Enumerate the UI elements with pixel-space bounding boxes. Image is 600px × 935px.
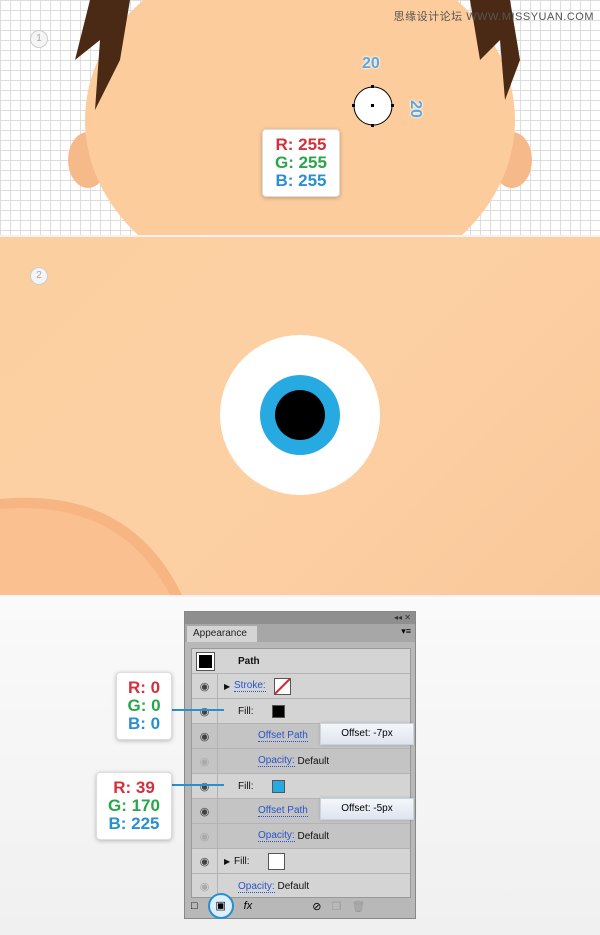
fill-swatch-blue[interactable] [271, 779, 285, 793]
eye-icon[interactable]: ◉ [192, 774, 218, 798]
stroke-swatch[interactable] [273, 677, 291, 695]
expand-icon[interactable]: ▶ [224, 682, 234, 691]
fill-label: Fill: [238, 780, 254, 792]
step1-canvas: 1 思缘设计论坛 WWW.MISSYUAN.COM 20 20 R: 255 G… [0, 0, 600, 235]
panel-footer: □ ▣ fx ⊘ ❐ 🗑 [191, 893, 411, 919]
red-value: R: 255 [275, 135, 327, 154]
fill-row-white[interactable]: ◉ ▶ Fill: [192, 849, 410, 874]
step2-canvas: 2 [0, 237, 600, 595]
red-value: R: 0 [127, 678, 161, 697]
add-stroke-icon[interactable]: □ [191, 900, 198, 912]
trash-icon[interactable]: 🗑 [351, 900, 365, 913]
face-illustration [68, 0, 532, 235]
eye-icon[interactable]: ◉ [192, 724, 218, 748]
fill-label: Fill: [238, 705, 254, 717]
eye-icon[interactable]: ◉ [192, 749, 218, 773]
blue-value: B: 0 [127, 714, 161, 733]
stroke-row[interactable]: ◉ ▶ Stroke: [192, 674, 410, 699]
width-label: 20 [362, 55, 380, 72]
tab-appearance[interactable]: Appearance [187, 626, 257, 642]
opacity-value: Default [297, 755, 330, 767]
panel-menu-icon[interactable]: ▾≡ [401, 626, 411, 637]
blue-value: B: 225 [108, 814, 160, 833]
green-value: G: 255 [275, 153, 327, 172]
circle-selection [352, 85, 394, 127]
red-value: R: 39 [113, 778, 155, 797]
callout-line-black [172, 709, 224, 711]
eye-icon[interactable]: ◉ [192, 699, 218, 723]
opacity-link[interactable]: Opacity: [258, 830, 295, 842]
eye-icon[interactable]: ◉ [192, 799, 218, 823]
color-callout-white: R: 255 G: 255 B: 255 [262, 129, 340, 197]
offset-path-link[interactable]: Offset Path [258, 730, 308, 742]
eye-icon[interactable]: ◉ [192, 849, 218, 873]
offset-popup-1: Offset: -7px [320, 723, 414, 745]
green-value: G: 170 [108, 796, 160, 815]
color-callout-blue: R: 39 G: 170 B: 225 [96, 772, 172, 840]
path-row[interactable]: Path [192, 649, 410, 674]
close-icon[interactable]: ✕ [404, 613, 411, 622]
eye-icon[interactable]: ◉ [192, 824, 218, 848]
collapse-icon[interactable]: ◂◂ [394, 613, 402, 622]
step-badge-1: 1 [30, 30, 48, 48]
green-value: G: 0 [127, 696, 161, 715]
eye-icon[interactable]: ◉ [192, 674, 218, 698]
watermark: 思缘设计论坛 WWW.MISSYUAN.COM [393, 11, 594, 23]
appearance-list: Path ◉ ▶ Stroke: ◉ Fill: ◉ Offset Path ◉ Opac… [191, 648, 411, 899]
expand-icon[interactable]: ▶ [224, 857, 234, 866]
fx-button[interactable]: fx [244, 900, 253, 912]
panel-titlebar: ◂◂ ✕ [185, 612, 415, 624]
offset-path-link[interactable]: Offset Path [258, 805, 308, 817]
path-title: Path [238, 655, 260, 667]
callout-line-blue [172, 784, 224, 786]
opacity-row-1[interactable]: ◉ Opacity: Default [192, 749, 410, 774]
fill-swatch-black[interactable] [271, 704, 285, 718]
blue-value: B: 255 [275, 171, 327, 190]
opacity-row-2[interactable]: ◉ Opacity: Default [192, 824, 410, 849]
duplicate-icon[interactable]: ❐ [331, 900, 341, 913]
opacity-value: Default [277, 881, 310, 892]
path-thumbnail [195, 651, 215, 671]
offset-popup-2: Offset: -5px [320, 798, 414, 820]
opacity-link[interactable]: Opacity: [238, 881, 275, 893]
fill-swatch-white[interactable] [267, 852, 285, 870]
clear-icon[interactable]: ⊘ [312, 900, 321, 913]
color-callout-black: R: 0 G: 0 B: 0 [116, 672, 172, 740]
opacity-value: Default [297, 830, 330, 842]
add-fill-icon[interactable]: ▣ [207, 893, 234, 919]
fill-label: Fill: [234, 855, 250, 867]
stroke-link[interactable]: Stroke: [234, 680, 266, 692]
appearance-panel: ◂◂ ✕ Appearance ▾≡ Path ◉ ▶ Stroke: ◉ Fill: … [184, 611, 416, 919]
fill-row-blue[interactable]: ◉ Fill: [192, 774, 410, 799]
height-label: 20 [406, 100, 424, 118]
eye-illustration [0, 335, 380, 595]
fill-row-black[interactable]: ◉ Fill: [192, 699, 410, 724]
opacity-link[interactable]: Opacity: [258, 755, 295, 767]
